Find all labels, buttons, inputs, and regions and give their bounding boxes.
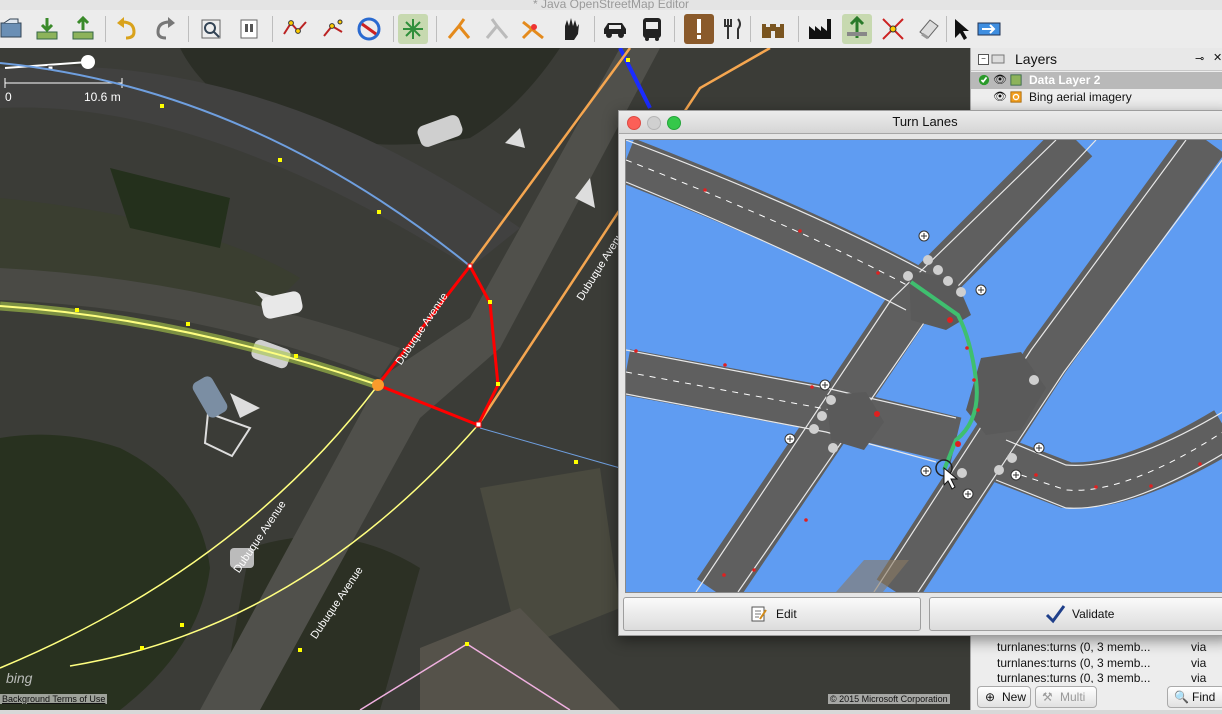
close-panel-icon[interactable]: ✕ [1213,51,1222,64]
car-icon[interactable] [600,14,630,44]
dialog-title: Turn Lanes [892,114,958,129]
scale-start-label: 0 [5,90,12,104]
main-toolbar [0,10,1222,49]
search-icon: 🔍 [1174,690,1189,704]
preferences-icon[interactable] [196,14,226,44]
eraser-icon[interactable] [914,14,944,44]
layers-header: − Layers ⊸ ✕ [971,48,1222,71]
new-relation-button[interactable]: ⊕ New [977,686,1031,708]
bus-icon[interactable] [637,14,667,44]
new-icon: ⊕ [985,690,996,704]
dialog-titlebar[interactable]: Turn Lanes [619,111,1222,134]
relation-role: via [1191,671,1207,683]
background-terms-link[interactable]: Background Terms of Use [0,694,108,704]
zoom-icon[interactable] [398,14,428,44]
intersection-icon[interactable] [878,14,908,44]
factory-icon[interactable] [806,14,836,44]
split-way-icon[interactable] [444,14,474,44]
visibility-eye-icon[interactable]: 👁 [993,90,1007,103]
active-layer-check-icon [978,74,990,86]
layer-row-bing[interactable]: 👁 Bing aerial imagery [971,89,1222,106]
hand-icon[interactable] [556,14,586,44]
turn-lanes-dialog: Turn Lanes Edit Validate [618,110,1222,636]
redo-icon[interactable] [150,14,180,44]
undo-icon[interactable] [112,14,142,44]
bing-logo: bing [6,670,33,686]
relation-list-item[interactable]: turnlanes:turns (0, 3 memb... via [997,656,1222,672]
cursor-icon[interactable] [946,14,976,44]
relation-text: turnlanes:turns (0, 3 memb... [997,656,1151,670]
restaurant-icon[interactable] [718,14,748,44]
relation-role: via [1191,640,1207,654]
checkmark-icon [1045,605,1066,624]
imagery-layer-icon [1010,91,1022,103]
warning-icon[interactable] [684,14,714,44]
improve-way-icon[interactable] [518,14,548,44]
multi-button[interactable]: ⚒ Multi [1035,686,1097,708]
download-icon[interactable] [32,14,62,44]
find-button[interactable]: 🔍 Find [1167,686,1222,708]
collapse-icon[interactable]: − [978,54,989,65]
imagery-copyright: © 2015 Microsoft Corporation [828,694,950,704]
relation-text: turnlanes:turns (0, 3 memb... [997,640,1151,654]
edit-button[interactable]: Edit [623,597,921,631]
data-layer-icon [1010,74,1022,86]
layers-icon [991,54,1005,64]
turn-lanes-canvas[interactable] [625,139,1222,593]
select-icon[interactable] [318,14,348,44]
relation-list-item[interactable]: turnlanes:turns (0, 3 memb... via [997,671,1222,683]
edit-icon [751,606,767,622]
validate-button[interactable]: Validate [929,597,1222,631]
refresh-icon[interactable] [354,14,384,44]
relation-list-item[interactable]: turnlanes:turns (0, 3 memb... via [997,640,1222,656]
window-title: * Java OpenStreetMap Editor [0,0,1222,10]
combine-way-icon[interactable] [482,14,512,44]
visibility-eye-icon[interactable]: 👁 [993,73,1007,86]
castle-icon[interactable] [758,14,788,44]
scale-distance-label: 10.6 m [84,90,121,104]
upload-icon[interactable] [68,14,98,44]
relation-text: turnlanes:turns (0, 3 memb... [997,671,1151,683]
layer-name: Bing aerial imagery [1029,90,1132,104]
pin-icon[interactable]: ⊸ [1195,52,1204,65]
layers-title: Layers [1015,51,1058,67]
layer-name: Data Layer 2 [1029,73,1101,87]
layer-row-data-layer-2[interactable]: 👁 Data Layer 2 [971,72,1222,89]
relation-role: via [1191,656,1207,670]
multi-icon: ⚒ [1042,690,1053,704]
turn-lanes-icon[interactable] [842,14,872,44]
mode-arrow-icon[interactable] [974,14,1004,44]
presets-icon[interactable] [234,14,264,44]
draw-icon[interactable] [280,14,310,44]
open-file-icon[interactable] [0,14,26,44]
